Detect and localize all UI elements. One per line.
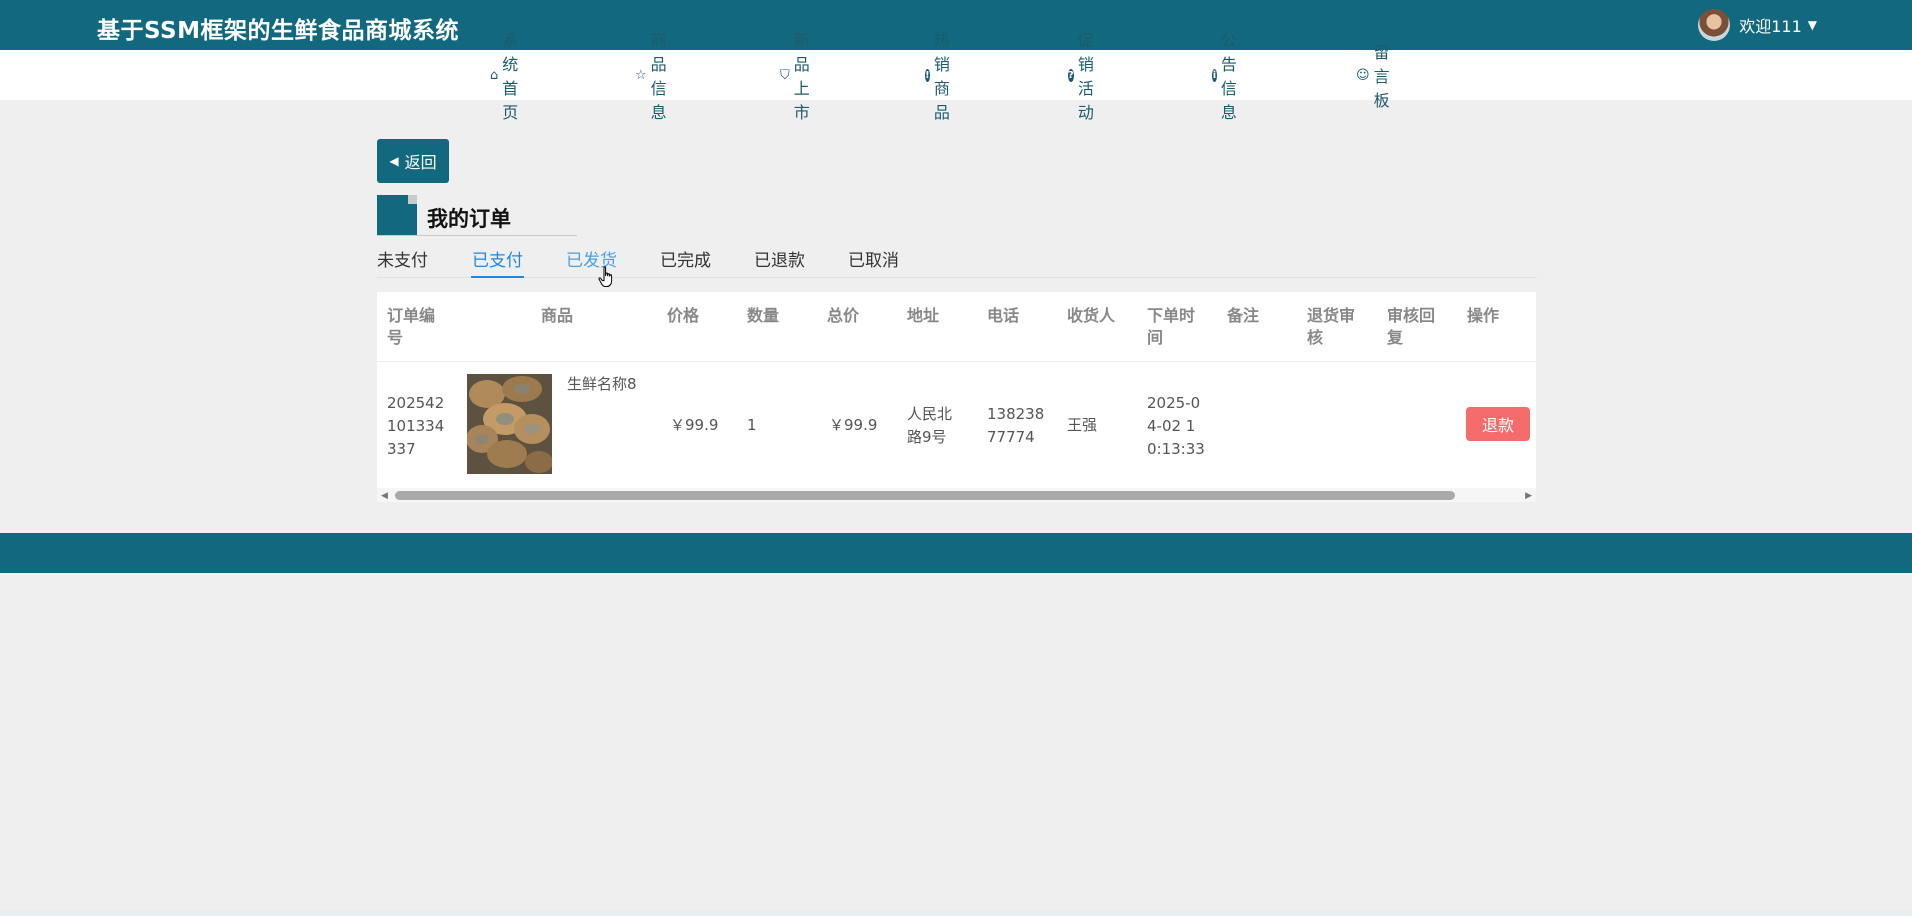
bottom-edge [0, 910, 1912, 916]
column-header: 电话 [987, 306, 1020, 325]
nav-label: 热销商品 [933, 31, 950, 122]
column-header: 地址 [907, 306, 940, 325]
tab-refunded[interactable]: 已退款 [754, 246, 805, 278]
nav-label: 留言板 [1373, 43, 1390, 110]
column-header: 价格 [667, 306, 700, 325]
footer [0, 533, 1912, 573]
nav-item-hot[interactable]: ! 热销商品 [925, 27, 958, 123]
product-image [467, 374, 552, 474]
receiver: 王强 [1067, 416, 1098, 434]
column-header: 操作 [1467, 306, 1500, 325]
column-header: 数量 [747, 306, 780, 325]
column-header: 订单编号 [387, 306, 436, 347]
smile-icon: ☺ [1356, 67, 1370, 83]
nav-label: 新品上市 [793, 31, 810, 122]
back-label: 返回 [404, 153, 437, 172]
page-title: 我的订单 [427, 207, 511, 231]
site-title: 基于SSM框架的生鲜食品商城系统 [97, 18, 459, 44]
welcome-text[interactable]: 欢迎111 [1739, 13, 1802, 37]
question-icon: ? [1068, 68, 1074, 82]
tab-unpaid[interactable]: 未支付 [377, 246, 428, 278]
column-header: 审核回复 [1387, 306, 1436, 347]
nav-item-home[interactable]: ⌂ 系统首页 [490, 27, 518, 123]
column-header: 备注 [1227, 306, 1260, 325]
column-header: 总价 [827, 306, 860, 325]
address: 人民北路9号 [907, 405, 953, 446]
exclamation-icon: ! [925, 68, 930, 82]
order-status-tabs: 未支付 已支付 已发货 已完成 已退款 已取消 [377, 246, 1537, 278]
hand-cursor-icon [598, 266, 613, 287]
column-header: 下单时间 [1147, 306, 1196, 347]
nav-label: 促销活动 [1077, 31, 1094, 122]
horizontal-scrollbar[interactable]: ◀ ▶ [377, 488, 1536, 502]
nav-item-message-board[interactable]: ☺ 留言板 [1356, 39, 1390, 111]
tab-completed[interactable]: 已完成 [660, 246, 711, 278]
scrollbar-thumb[interactable] [395, 491, 1455, 500]
column-header: 商品 [541, 306, 574, 325]
tab-cancelled[interactable]: 已取消 [848, 246, 899, 278]
nav-label: 商品信息 [650, 31, 667, 122]
nav-item-announcements[interactable]: i 公告信息 [1212, 27, 1245, 123]
home-icon: ⌂ [490, 67, 499, 83]
bag-icon: ⛉ [780, 67, 790, 83]
tab-paid[interactable]: 已支付 [471, 246, 524, 278]
nav-item-products[interactable]: ☆ 商品信息 [635, 27, 667, 123]
scroll-right-icon[interactable]: ▶ [1525, 491, 1532, 501]
caret-left-icon: ◀ [389, 154, 399, 168]
column-header: 退货审核 [1307, 306, 1356, 347]
product-name: 生鲜名称8 [567, 375, 637, 393]
back-button[interactable]: ◀ 返回 [377, 139, 449, 183]
star-icon: ☆ [635, 67, 647, 83]
refund-button[interactable]: 退款 [1466, 407, 1530, 441]
quantity: 1 [747, 416, 757, 434]
title-fold [408, 195, 417, 204]
nav-item-promotions[interactable]: ? 促销活动 [1068, 27, 1101, 123]
scroll-left-icon[interactable]: ◀ [381, 491, 388, 501]
info-icon: i [1212, 68, 1217, 82]
user-menu[interactable]: 欢迎111 ▼ [1698, 9, 1817, 41]
nav-item-new-arrivals[interactable]: ⛉ 新品上市 [780, 27, 810, 123]
price: ￥99.9 [670, 416, 719, 434]
phone: 13823877774 [987, 405, 1045, 446]
total-price: ￥99.9 [829, 416, 878, 434]
order-time: 2025-04-02 10:13:33 [1147, 394, 1205, 458]
order-number: 202542101334337 [387, 394, 445, 458]
nav-label: 系统首页 [502, 31, 519, 122]
orders-table: 订单编号 商品 价格 数量 总价 地址 电话 收货人 下单时间 备注 退货审核 … [377, 292, 1536, 502]
nav-label: 公告信息 [1220, 31, 1237, 122]
column-header: 收货人 [1067, 306, 1116, 325]
table-header: 订单编号 商品 价格 数量 总价 地址 电话 收货人 下单时间 备注 退货审核 … [377, 292, 1536, 362]
avatar[interactable] [1698, 9, 1731, 41]
caret-down-icon[interactable]: ▼ [1808, 18, 1817, 32]
title-divider [377, 235, 577, 236]
main-nav: ⌂ 系统首页 ☆ 商品信息 ⛉ 新品上市 ! 热销商品 ? 促销活动 i 公告信… [0, 31, 1912, 122]
